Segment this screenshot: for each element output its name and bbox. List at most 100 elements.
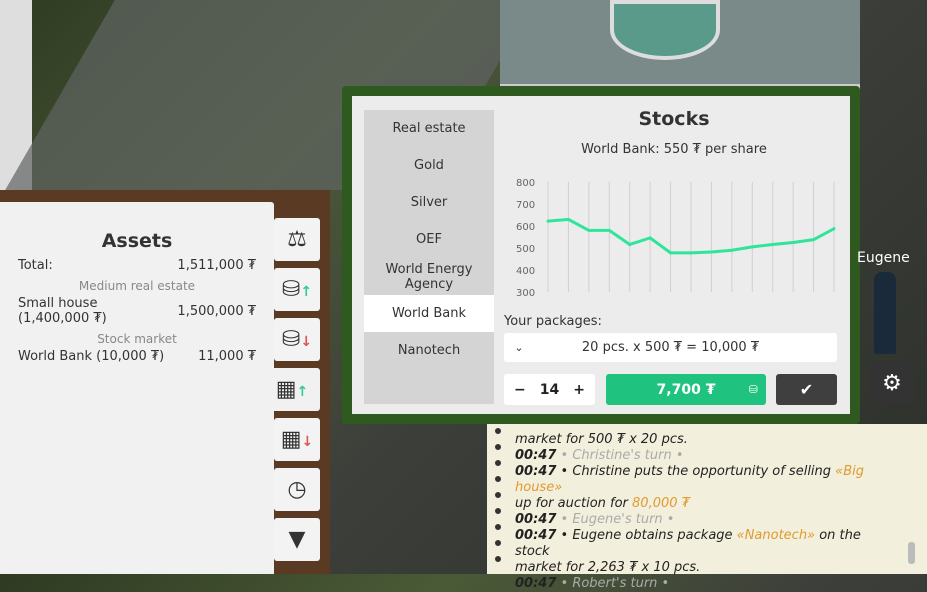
log-segment: • Christine puts the opportunity of sell…	[556, 464, 836, 479]
log-segment: 80,000 ₮	[632, 496, 690, 511]
side-tabs: ⚖ ⛁↑ ⛁↓ ▦↑ ▦↓ ◷ ▼	[264, 218, 320, 568]
player-name: Eugene	[857, 250, 910, 266]
building-down-icon: ▦↓	[280, 427, 314, 452]
checkmark-icon: ✔	[799, 380, 814, 399]
section-heading: Stock market	[97, 332, 177, 346]
asset-row: World Bank (10,000 ₮) 11,000 ₮	[18, 349, 256, 364]
scales-icon: ⚖	[287, 227, 307, 252]
total-value: 1,511,000 ₮	[177, 258, 256, 273]
log-line: 00:47 • Christine puts the opportunity o…	[515, 464, 899, 496]
log-segment: 00:47	[515, 512, 557, 527]
tab-history[interactable]: ◷	[274, 468, 320, 511]
tie-icon: ▼	[288, 527, 306, 552]
package-select[interactable]: ⌄ 20 pcs. x 500 ₮ = 10,000 ₮	[504, 333, 837, 362]
log-scrollbar[interactable]	[908, 542, 915, 564]
stocks-dialog: Real estate Gold Silver OEF World Energy…	[342, 86, 860, 424]
tab-buy-stocks[interactable]: ▦↑	[264, 368, 320, 411]
y-tick-label: 300	[516, 288, 535, 296]
asset-row: Small house (1,400,000 ₮) 1,500,000 ₮	[18, 296, 256, 326]
player-avatar[interactable]	[874, 272, 896, 354]
price-point	[607, 228, 611, 232]
log-line: 00:47 • Eugene's turn •	[515, 512, 899, 528]
section-heading: Medium real estate	[78, 279, 196, 293]
log-segment: 00:47	[515, 528, 557, 543]
dialog-title: Stocks	[638, 108, 710, 130]
confirm-button[interactable]: ✔	[776, 374, 837, 405]
price-point	[566, 217, 570, 221]
log-segment: 00:47	[515, 576, 557, 591]
tab-sell-commodities[interactable]: ⛁↓	[274, 318, 320, 361]
price-point	[648, 236, 652, 240]
category-world-energy-agency[interactable]: World Energy Agency	[364, 258, 494, 295]
price-point	[791, 241, 795, 244]
total-label: Total:	[18, 258, 53, 273]
category-silver[interactable]: Silver	[364, 184, 494, 221]
y-tick-label: 400	[516, 266, 535, 277]
settings-button[interactable]: ⚙	[870, 362, 914, 404]
chevron-down-icon: ⌄	[514, 341, 524, 354]
category-gold[interactable]: Gold	[364, 147, 494, 184]
log-segment: market for 500 ₮ x 20 pcs.	[515, 432, 688, 447]
category-nanotech[interactable]: Nanotech	[364, 332, 494, 369]
event-log: market for 500 ₮ x 20 pcs. 00:47 • Christ…	[487, 424, 927, 591]
log-segment: 00:47	[515, 464, 557, 479]
log-segment: • Eugene's turn •	[556, 512, 675, 527]
log-segment: • Christine's turn •	[556, 448, 684, 463]
building-up-icon: ▦↑	[275, 377, 309, 402]
tab-sell-stocks[interactable]: ▦↓	[274, 418, 320, 461]
decrement-button[interactable]: −	[514, 382, 526, 398]
log-line: 00:47 • Eugene obtains package «Nanotech…	[515, 528, 899, 560]
coins-icon: ⛁	[748, 383, 758, 396]
assets-panel: Assets Total: 1,511,000 ₮ Medium real est…	[0, 202, 274, 574]
buy-button[interactable]: 7,700 ₮ ⛁	[606, 374, 766, 405]
category-world-bank[interactable]: World Bank	[364, 295, 494, 332]
notebook-rings	[495, 428, 501, 572]
gear-icon: ⚙	[882, 370, 902, 396]
price-point	[709, 250, 713, 254]
asset-value: 11,000 ₮	[198, 349, 256, 364]
price-point	[669, 251, 673, 255]
coins-down-icon: ⛁↓	[281, 327, 313, 352]
log-segment: market for 2,263 ₮ x 10 pcs.	[515, 560, 701, 575]
asset-name: Small house (1,400,000 ₮)	[18, 296, 107, 326]
tab-buy-commodities[interactable]: ⛁↑	[274, 268, 320, 311]
log-segment: «Nanotech»	[736, 528, 816, 543]
clock-icon: ◷	[287, 477, 307, 502]
price-point	[750, 245, 754, 249]
log-line: 00:47 • Christine's turn •	[515, 448, 899, 464]
dialog-body: Real estate Gold Silver OEF World Energy…	[352, 96, 850, 414]
price-point	[812, 238, 816, 242]
quantity-stepper: − 14 +	[504, 374, 595, 405]
price-point	[587, 228, 591, 232]
coins-up-icon: ⛁↑	[281, 277, 313, 302]
y-tick-label: 800	[516, 178, 535, 189]
log-line: 00:47 • Robert's turn •	[515, 576, 899, 592]
price-point	[771, 242, 775, 246]
tab-balance[interactable]: ⚖	[274, 218, 320, 261]
scene-dome	[610, 0, 720, 60]
increment-button[interactable]: +	[573, 382, 585, 398]
log-line: market for 500 ₮ x 20 pcs.	[515, 432, 899, 448]
log-segment: 00:47	[515, 448, 557, 463]
log-segment: • Robert's turn •	[556, 576, 670, 591]
packages-label: Your packages:	[504, 314, 602, 329]
category-real-estate[interactable]: Real estate	[364, 110, 494, 147]
y-tick-label: 500	[516, 244, 535, 255]
price-point	[730, 248, 734, 252]
price-point	[832, 227, 836, 231]
price-point	[628, 242, 632, 246]
y-tick-label: 600	[516, 222, 535, 233]
price-point	[689, 251, 693, 255]
total-row: Total: 1,511,000 ₮	[18, 258, 256, 273]
log-segment: up for auction for	[515, 496, 633, 511]
log-segment: • Eugene obtains package	[556, 528, 737, 543]
y-tick-label: 700	[516, 200, 535, 211]
assets-title: Assets	[101, 230, 173, 252]
buy-amount: 7,700 ₮	[656, 381, 716, 398]
category-list: Real estate Gold Silver OEF World Energy…	[364, 110, 494, 404]
log-line: up for auction for 80,000 ₮	[515, 496, 899, 512]
category-oef[interactable]: OEF	[364, 221, 494, 258]
asset-value: 1,500,000 ₮	[177, 303, 256, 319]
quantity-value[interactable]: 14	[540, 382, 559, 398]
tab-profile[interactable]: ▼	[274, 518, 320, 561]
